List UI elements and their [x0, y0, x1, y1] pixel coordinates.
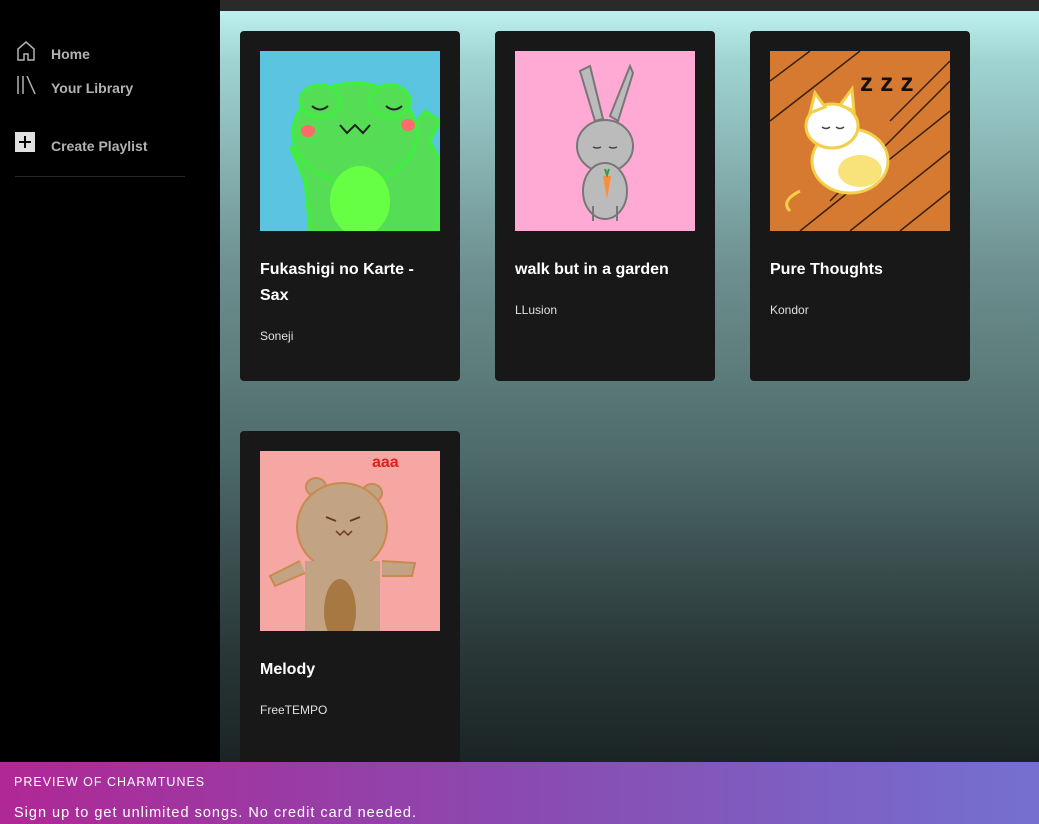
song-title: Fukashigi no Karte - Sax: [260, 261, 414, 304]
nav-library[interactable]: Your Library: [15, 74, 133, 96]
signup-banner[interactable]: PREVIEW OF CHARMTUNES Sign up to get unl…: [0, 762, 1039, 824]
sidebar: Home Your Library Create Playlist: [0, 0, 220, 762]
home-icon: [17, 41, 35, 61]
song-card[interactable]: z z z Pure Thoughts Kondor: [750, 31, 970, 381]
bear-cover: aaa: [260, 451, 440, 631]
song-title: Pure Thoughts: [770, 261, 883, 278]
green-frog-cover: [260, 51, 440, 231]
song-artist: Kondor: [770, 303, 809, 317]
song-artist: LLusion: [515, 303, 558, 317]
library-icon: [17, 75, 36, 95]
sleeping-cat-cover: z z z: [770, 51, 950, 231]
song-artist: FreeTEMPO: [260, 703, 328, 717]
svg-text:z z z: z z z: [860, 67, 913, 97]
preview-label: PREVIEW OF CHARMTUNES: [14, 775, 206, 789]
bear-art-text: aaa: [372, 454, 399, 471]
create-playlist-button[interactable]: Create Playlist: [15, 132, 148, 154]
song-artist: Soneji: [260, 329, 294, 343]
nav-home-label: Home: [51, 46, 90, 62]
main-content: Fukashigi no Karte - Sax Soneji walk but…: [220, 0, 1039, 781]
song-card[interactable]: aaa Melody FreeTEMPO: [240, 431, 460, 781]
nav-home[interactable]: Home: [15, 40, 90, 62]
top-bar: [220, 0, 1039, 11]
nav-library-label: Your Library: [51, 80, 134, 96]
create-playlist-label: Create Playlist: [51, 138, 148, 154]
song-title: walk but in a garden: [515, 261, 669, 278]
signup-text: Sign up to get unlimited songs. No credi…: [14, 805, 418, 821]
song-card[interactable]: walk but in a garden LLusion: [495, 31, 715, 381]
plus-icon: [15, 132, 35, 152]
song-card[interactable]: Fukashigi no Karte - Sax Soneji: [240, 31, 460, 381]
song-title: Melody: [260, 661, 316, 678]
sidebar-divider: [15, 176, 185, 177]
gray-bunny-cover: [515, 51, 695, 231]
